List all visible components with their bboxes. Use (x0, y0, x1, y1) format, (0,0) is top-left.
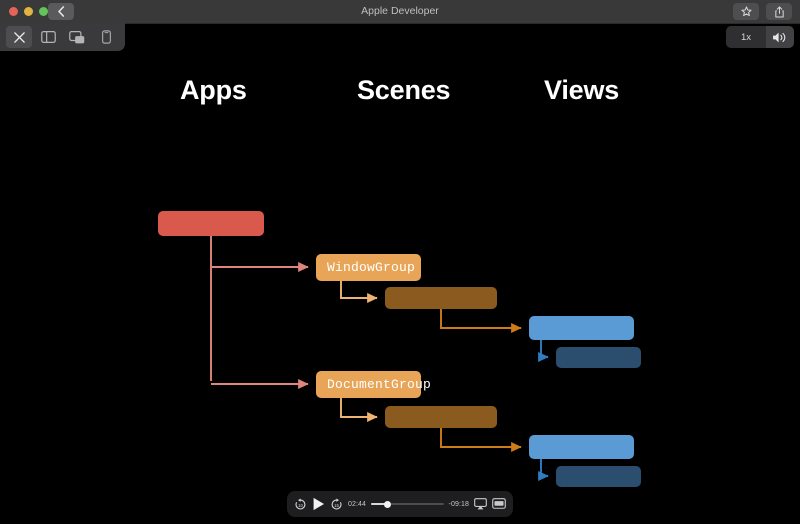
svg-text:10: 10 (298, 502, 303, 507)
title-bar-actions (733, 3, 792, 20)
playback-rate-button[interactable]: 1x (726, 26, 766, 48)
document-group-label: DocumentGroup (327, 377, 432, 392)
document-subview-box (556, 466, 641, 487)
window-scene-body-box (385, 287, 497, 309)
window-view-box (529, 316, 634, 340)
close-player-button[interactable] (6, 26, 32, 48)
document-view-box (529, 435, 634, 459)
skip-forward-button[interactable]: 15 (330, 498, 343, 511)
current-time-label: 02:44 (348, 500, 367, 508)
progress-knob[interactable] (384, 500, 392, 508)
skip-back-10-icon: 10 (295, 498, 306, 509)
close-icon (13, 31, 25, 43)
fullscreen-icon (492, 498, 506, 509)
app-box (158, 211, 264, 236)
airplay-icon (474, 498, 487, 510)
playback-controls-bar: 10 15 02:44 -09:18 (287, 491, 513, 517)
volume-icon (773, 32, 786, 42)
volume-button[interactable] (766, 26, 794, 48)
sidebar-icon (40, 31, 56, 43)
fullscreen-button[interactable] (492, 498, 506, 510)
document-scene-body-box (385, 406, 497, 428)
svg-text:15: 15 (334, 502, 339, 507)
skip-back-button[interactable]: 10 (294, 498, 307, 511)
device-button[interactable] (93, 26, 119, 48)
window-group-box: WindowGroup (316, 254, 421, 281)
window-subview-box (556, 347, 641, 368)
progress-scrubber[interactable] (371, 499, 444, 509)
share-icon (774, 5, 784, 18)
device-icon (101, 30, 111, 44)
share-button[interactable] (766, 3, 792, 20)
picture-in-picture-icon (69, 30, 85, 43)
document-group-box: DocumentGroup (316, 371, 431, 398)
remaining-time-label: -09:18 (448, 500, 469, 508)
skip-forward-15-icon: 15 (331, 498, 342, 509)
star-icon (740, 6, 752, 17)
window-group-label: WindowGroup (327, 260, 416, 275)
player-top-right-controls: 1x (726, 23, 794, 51)
browser-window: Apple Developer 1x Apps Scenes Views Win… (0, 0, 800, 524)
title-bar: Apple Developer (0, 0, 800, 24)
window-title: Apple Developer (361, 5, 439, 17)
bookmark-button[interactable] (733, 3, 759, 20)
player-top-toolbar (0, 23, 125, 51)
picture-in-picture-button[interactable] (64, 26, 90, 48)
airplay-button[interactable] (474, 498, 487, 510)
sidebar-toggle-button[interactable] (35, 26, 61, 48)
play-button[interactable] (312, 497, 325, 511)
video-stage[interactable]: Apps Scenes Views WindowGroup DocumentGr… (0, 51, 800, 488)
play-icon (313, 497, 324, 511)
